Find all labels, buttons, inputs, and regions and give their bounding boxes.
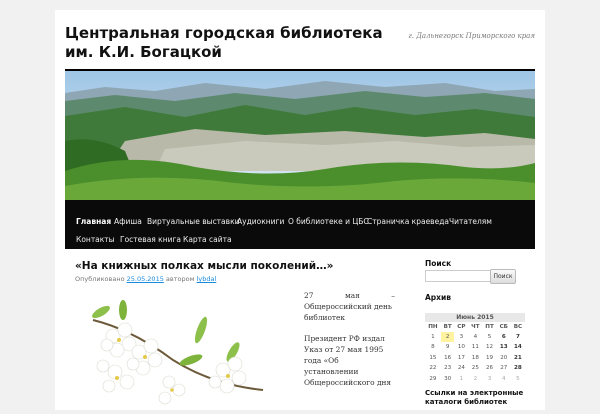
calendar-day-next-month: 1 — [454, 373, 469, 384]
nav-item-virtual-exhibitions[interactable]: Виртуальные выставки — [147, 217, 239, 226]
calendar-day-link[interactable]: 21 — [510, 352, 525, 363]
nav-item-audiobooks[interactable]: Аудиокниги — [237, 217, 284, 226]
calendar-day: 20 — [496, 352, 511, 363]
calendar-day-next-month: 3 — [482, 373, 497, 384]
nav-item-about-library[interactable]: О библиотеке и ЦБС — [288, 217, 369, 226]
weekday-label: ПТ — [485, 323, 494, 330]
calendar-week: 1 2 3 4 5 6 7 — [425, 331, 525, 342]
post-paragraph: Президент РФ издал Указ от 27 мая 1995 г… — [304, 333, 395, 388]
calendar-day: 10 — [454, 341, 469, 353]
catalog-links-widget-title: Ссылки на электронные каталоги библиотек — [425, 389, 524, 406]
site-description: г. Дальнегорск Приморского края — [408, 32, 535, 40]
calendar-day: 16 — [440, 352, 455, 363]
weekday-label: ВТ — [443, 323, 452, 330]
nav-item-guestbook[interactable]: Гостевая книга — [120, 235, 181, 244]
post-meta-author-prefix: автором — [165, 275, 195, 283]
weekday-label: СБ — [499, 323, 508, 330]
calendar-week: 22 23 24 25 26 27 28 — [425, 362, 525, 374]
calendar-day: 15 — [425, 352, 441, 363]
post-title[interactable]: «На книжных полках мысли поколений…» — [75, 260, 333, 272]
post-meta: Опубликовано 25.05.2015 автором lybdal — [75, 275, 216, 283]
weekday-label: СР — [457, 323, 466, 330]
search-widget-title: Поиск — [425, 259, 452, 268]
nav-item-contacts[interactable]: Контакты — [76, 235, 115, 244]
nav-item-readers[interactable]: Читателям — [449, 217, 492, 226]
post-content: 27 мая – Общероссийский день библиотек П… — [304, 290, 395, 398]
calendar-day-link[interactable]: 7 — [510, 331, 525, 342]
calendar-widget: Июнь 2015 ПН ВТ СР ЧТ ПТ СБ ВС 1 2 3 4 5… — [425, 313, 525, 384]
post-text-line: установлении — [304, 367, 359, 376]
nav-item-home[interactable]: Главная — [76, 217, 111, 226]
calendar-day: 11 — [468, 341, 483, 353]
calendar-day-next-month: 5 — [510, 373, 525, 384]
mountain-valley-photo — [65, 71, 535, 200]
calendar-week: 8 9 10 11 12 13 14 — [425, 341, 525, 353]
cherry-blossom-image — [73, 290, 273, 410]
calendar-day-next-month: 4 — [496, 373, 511, 384]
post-text-line: года «Об — [304, 356, 339, 365]
page: Центральная городская библиотека им. К.И… — [55, 10, 545, 410]
calendar-day-next-month: 2 — [468, 373, 483, 384]
nav-item-local-history[interactable]: Страничка краеведа — [367, 217, 449, 226]
search-button[interactable]: Поиск — [490, 269, 516, 284]
calendar-day: 30 — [440, 373, 455, 384]
calendar-day-today: 2 — [440, 331, 455, 342]
post-text-line: 27 мая – — [304, 291, 395, 300]
calendar-day: 22 — [425, 362, 441, 374]
calendar-day: 3 — [454, 331, 469, 342]
post-text-line: библиотек — [304, 313, 345, 322]
calendar-caption: Июнь 2015 — [425, 313, 525, 322]
nav-item-afisha[interactable]: Афиша — [114, 217, 142, 226]
calendar-day: 5 — [482, 331, 497, 342]
post-text-line: Общероссийский день — [304, 302, 392, 311]
calendar-week: 29 30 1 2 3 4 5 — [425, 373, 525, 384]
calendar-day: 27 — [496, 362, 511, 374]
post-author-link[interactable]: lybdal — [197, 275, 217, 283]
post-text-line: Президент РФ издал — [304, 334, 385, 343]
calendar-day: 8 — [425, 341, 441, 353]
calendar-day-link[interactable]: 14 — [510, 341, 525, 353]
calendar-day: 23 — [440, 362, 455, 374]
weekday-label: ЧТ — [471, 323, 480, 330]
calendar-day: 29 — [425, 373, 441, 384]
calendar-day: 24 — [454, 362, 469, 374]
weekday-label: ВС — [513, 323, 523, 330]
calendar-day: 17 — [454, 352, 469, 363]
calendar-day: 19 — [482, 352, 497, 363]
archive-widget-title: Архив — [425, 293, 452, 302]
nav-item-sitemap[interactable]: Карта сайта — [183, 235, 232, 244]
post-meta-prefix: Опубликовано — [75, 275, 125, 283]
calendar-day-link[interactable]: 6 — [496, 331, 511, 342]
calendar-day: 25 — [468, 362, 483, 374]
calendar-day-link[interactable]: 13 — [496, 341, 511, 353]
calendar-weekdays: ПН ВТ СР ЧТ ПТ СБ ВС — [425, 322, 525, 332]
calendar-day: 12 — [482, 341, 497, 353]
search-input[interactable] — [425, 270, 492, 282]
post-text-line: Общероссийского дня — [304, 378, 392, 387]
header-banner-image[interactable] — [65, 71, 535, 200]
post-paragraph: 27 мая – Общероссийский день библиотек — [304, 290, 395, 323]
calendar-week: 15 16 17 18 19 20 21 — [425, 352, 525, 363]
calendar-day: 4 — [468, 331, 483, 342]
post-text-line: Указ от 27 мая 1995 — [304, 345, 384, 354]
calendar-day: 26 — [482, 362, 497, 374]
site-title[interactable]: Центральная городская библиотека им. К.И… — [65, 24, 395, 62]
calendar-day: 18 — [468, 352, 483, 363]
calendar-day: 1 — [425, 331, 441, 342]
weekday-label: ПН — [428, 323, 438, 330]
calendar-day-link[interactable]: 28 — [510, 362, 525, 374]
post-date-link[interactable]: 25.05.2015 — [127, 275, 164, 283]
calendar-day: 9 — [440, 341, 455, 353]
main-navigation: Главная Афиша Виртуальные выставки Аудио… — [65, 200, 535, 249]
